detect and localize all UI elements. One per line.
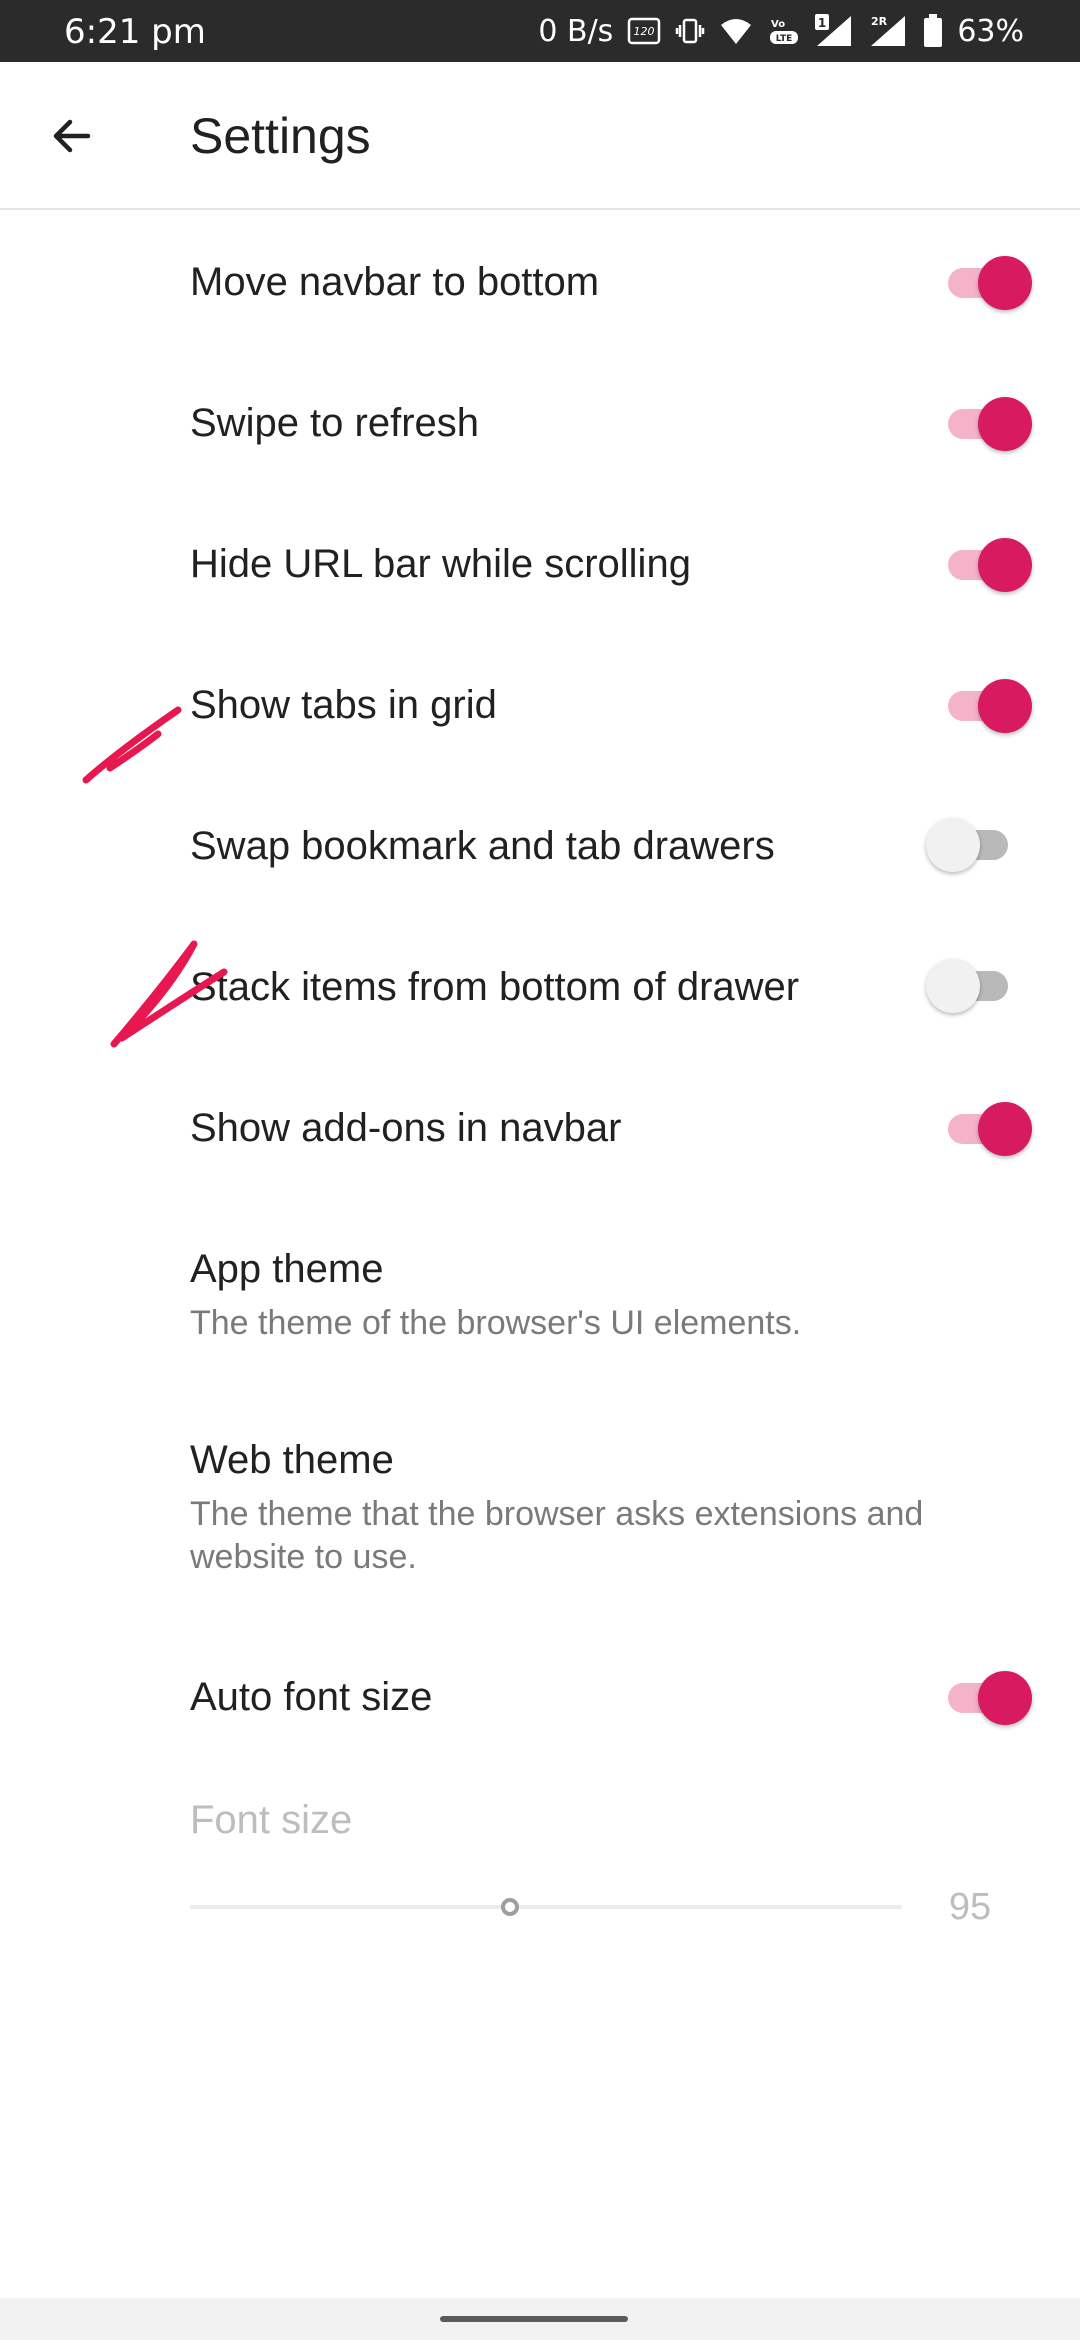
show-addons-switch[interactable] <box>944 1098 1034 1158</box>
stack-items-switch[interactable] <box>926 955 1020 1015</box>
setting-summary: The theme of the browser's UI elements. <box>190 1304 802 1342</box>
gesture-handle[interactable] <box>440 2316 628 2322</box>
setting-label: Hide URL bar while scrolling <box>190 542 691 586</box>
setting-label: Stack items from bottom of drawer <box>190 965 800 1009</box>
svg-text:LTE: LTE <box>776 34 793 44</box>
setting-move-navbar-to-bottom[interactable]: Move navbar to bottom <box>0 212 1080 352</box>
annotation-scribble <box>82 706 182 784</box>
annotation-scribble <box>110 940 228 1048</box>
status-time: 6:21 pm <box>64 12 206 52</box>
signal-icon: 1 <box>815 14 855 48</box>
refresh-rate-icon: 120 <box>627 16 661 46</box>
network-speed: 0 B/s <box>538 13 614 49</box>
setting-web-theme[interactable]: Web theme The theme that the browser ask… <box>0 1390 1080 1620</box>
setting-label: Show add-ons in navbar <box>190 1106 622 1150</box>
setting-summary: The theme that the browser asks extensio… <box>190 1495 924 1576</box>
back-button[interactable] <box>34 98 110 174</box>
svg-text:Vo: Vo <box>771 19 785 30</box>
battery-icon <box>923 14 943 48</box>
setting-font-size: Font size <box>0 1768 1080 1968</box>
page-title: Settings <box>190 108 371 164</box>
font-size-label: Font size <box>190 1798 353 1842</box>
auto-font-size-switch[interactable] <box>944 1667 1034 1727</box>
move-navbar-switch[interactable] <box>944 252 1034 312</box>
hide-url-bar-switch[interactable] <box>944 534 1034 594</box>
swipe-to-refresh-switch[interactable] <box>944 393 1034 453</box>
slider-thumb[interactable] <box>501 1898 520 1916</box>
setting-auto-font-size[interactable]: Auto font size <box>0 1627 1080 1767</box>
battery-percent: 63% <box>957 13 1024 49</box>
slider-track <box>190 1905 902 1909</box>
show-tabs-in-grid-switch[interactable] <box>944 675 1034 735</box>
font-size-value: 95 <box>948 1886 992 1928</box>
setting-hide-url-bar[interactable]: Hide URL bar while scrolling <box>0 494 1080 634</box>
setting-label: Swipe to refresh <box>190 401 480 445</box>
setting-label: Move navbar to bottom <box>190 260 600 304</box>
font-size-slider[interactable] <box>190 1892 902 1922</box>
status-bar: 6:21 pm 0 B/s 120 Vo LTE 1 2R 63% <box>0 0 1080 62</box>
sim1-badge: 1 <box>818 16 826 30</box>
setting-app-theme[interactable]: App theme The theme of the browser's UI … <box>0 1199 1080 1379</box>
setting-label: App theme <box>190 1247 384 1291</box>
setting-label: Auto font size <box>190 1675 433 1719</box>
app-bar: Settings <box>0 62 1080 210</box>
setting-label: Web theme <box>190 1438 394 1482</box>
volte-icon: Vo LTE <box>767 15 801 47</box>
gesture-nav-bar <box>0 2298 1080 2340</box>
swap-drawers-switch[interactable] <box>926 814 1020 874</box>
wifi-icon <box>719 16 753 46</box>
arrow-back-icon <box>53 119 91 153</box>
setting-label: Swap bookmark and tab drawers <box>190 824 775 868</box>
setting-swipe-to-refresh[interactable]: Swipe to refresh <box>0 353 1080 493</box>
refresh-badge: 120 <box>634 25 655 38</box>
signal-icon: 2R <box>869 14 909 48</box>
vibrate-icon <box>675 16 705 46</box>
setting-label: Show tabs in grid <box>190 683 497 727</box>
setting-show-addons-in-navbar[interactable]: Show add-ons in navbar <box>0 1058 1080 1198</box>
status-icons: 0 B/s 120 Vo LTE 1 2R 63% <box>538 0 1024 62</box>
sim2-badge: 2R <box>871 15 888 28</box>
